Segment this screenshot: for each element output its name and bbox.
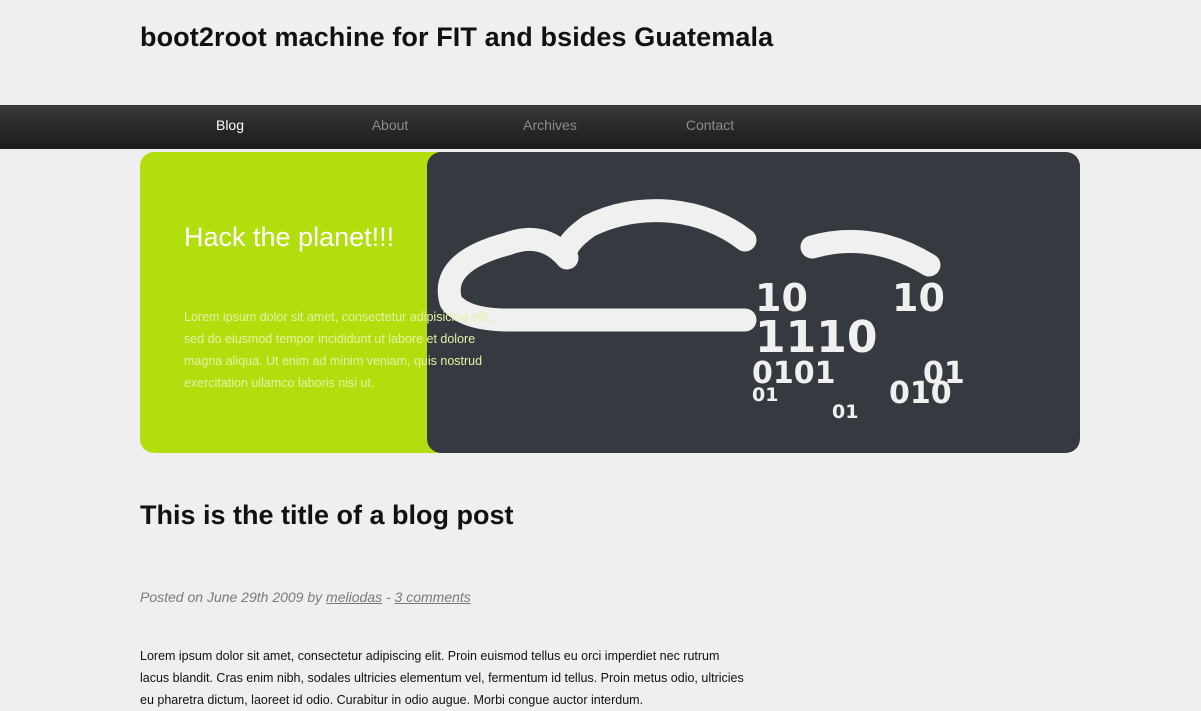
binary-text: 01 [832, 401, 858, 423]
cloud-binary-icon: 10 10 1110 0101 01 01 010 01 [437, 199, 965, 423]
main-navbar: Blog About Archives Contact [0, 105, 1201, 149]
hero-title: Hack the planet!!! [184, 222, 395, 252]
hero-banner: 10 10 1110 0101 01 01 010 01 Hack the pl… [140, 152, 1080, 453]
hero-image: 10 10 1110 0101 01 01 010 01 [427, 152, 1080, 453]
nav-item-about[interactable]: About [310, 105, 470, 149]
binary-text: 010 [889, 376, 952, 411]
binary-text: 10 [892, 276, 945, 320]
cloud-outline [437, 199, 757, 332]
binary-text: 01 [752, 384, 778, 406]
nav-item-blog[interactable]: Blog [150, 105, 310, 149]
post-body: Lorem ipsum dolor sit amet, consectetur … [140, 649, 744, 707]
hero-text: Lorem ipsum dolor sit amet, consectetur … [184, 310, 492, 390]
post-meta-separator: - [382, 589, 395, 605]
nav-item-contact[interactable]: Contact [630, 105, 790, 149]
post-author-link[interactable]: meliodas [326, 589, 382, 605]
post-comments-link[interactable]: 3 comments [395, 589, 471, 605]
site-title: boot2root machine for FIT and bsides Gua… [140, 22, 774, 52]
post-meta-prefix: Posted on June 29th 2009 by [140, 589, 327, 605]
post-title[interactable]: This is the title of a blog post [140, 500, 514, 531]
cloud-outline-right [800, 229, 941, 277]
nav-item-archives[interactable]: Archives [470, 105, 630, 149]
post-meta: Posted on June 29th 2009 by meliodas - 3… [140, 589, 471, 605]
